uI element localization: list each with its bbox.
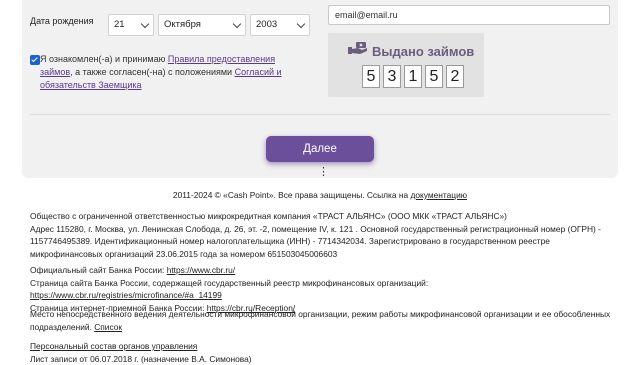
email-field[interactable]: email@email.ru <box>328 5 610 25</box>
consent-text: Я ознакомлен(-а) и принимаю Правила пред… <box>40 53 310 92</box>
dob-day-select[interactable]: 21 <box>108 14 154 36</box>
registry-line: Страница сайта Банка России, содержащей … <box>30 277 620 302</box>
chevron-down-icon <box>233 20 241 28</box>
counter-digit: 2 <box>446 65 464 88</box>
record-sheet-text: Лист записи от 06.07.2018 г. (назначение… <box>30 353 620 365</box>
chevron-down-icon <box>141 20 149 28</box>
consent-checkbox[interactable] <box>30 55 40 65</box>
dob-month-select[interactable]: Октября <box>158 14 246 36</box>
copyright-text: 2011-2024 © «Cash Point». Все права защи… <box>173 190 411 200</box>
company-details: Адрес 115280, г. Москва, ул. Ленинская С… <box>30 223 620 261</box>
staff-info: Персональный состав органов управления Л… <box>30 340 620 365</box>
copyright: 2011-2024 © «Cash Point». Все права защи… <box>30 189 610 202</box>
location-info: Место непосредственного ведения деятельн… <box>30 308 620 333</box>
documentation-link[interactable]: документацию <box>410 190 467 200</box>
dob-year-select[interactable]: 2003 <box>250 14 310 36</box>
hand-money-icon <box>348 42 368 60</box>
dob-month-value: Октября <box>164 19 201 30</box>
dob-label: Дата рождения <box>30 16 94 26</box>
counter-digit: 3 <box>383 65 401 88</box>
counter-digit: 1 <box>404 65 422 88</box>
next-button[interactable]: Далее <box>266 136 374 162</box>
cbr-site-link[interactable]: https://www.cbr.ru/ <box>167 265 235 275</box>
cbr-site-line: Официальный сайт Банка России: https://w… <box>30 264 620 277</box>
company-name: Общество с ограниченной ответственностью… <box>30 210 620 223</box>
chevron-down-icon <box>297 20 305 28</box>
consent-middle: , а также согласен(-на) с положениями <box>70 67 234 77</box>
staff-link[interactable]: Персональный состав органов управления <box>30 341 197 351</box>
text-cursor-icon: ⋮ <box>318 165 329 178</box>
dob-year-value: 2003 <box>256 19 277 30</box>
loans-issued-widget: Выдано займов 5 3 1 5 2 <box>328 33 484 97</box>
dob-day-value: 21 <box>114 19 125 30</box>
location-list-link[interactable]: Список <box>94 322 122 332</box>
counter-digit: 5 <box>425 65 443 88</box>
counter-digit: 5 <box>362 65 380 88</box>
form-divider <box>30 114 610 115</box>
loans-issued-counter: 5 3 1 5 2 <box>362 65 464 88</box>
email-value: email@email.ru <box>335 10 398 20</box>
consent-prefix: Я ознакомлен(-а) и принимаю <box>40 54 168 64</box>
bank-links: Официальный сайт Банка России: https://w… <box>30 264 620 314</box>
company-info: Общество с ограниченной ответственностью… <box>30 210 620 260</box>
registry-link[interactable]: https://www.cbr.ru/registries/microfinan… <box>30 290 222 300</box>
registry-label: Страница сайта Банка России, содержащей … <box>30 278 428 288</box>
cbr-site-label: Официальный сайт Банка России: <box>30 265 167 275</box>
loans-issued-title: Выдано займов <box>372 44 474 59</box>
